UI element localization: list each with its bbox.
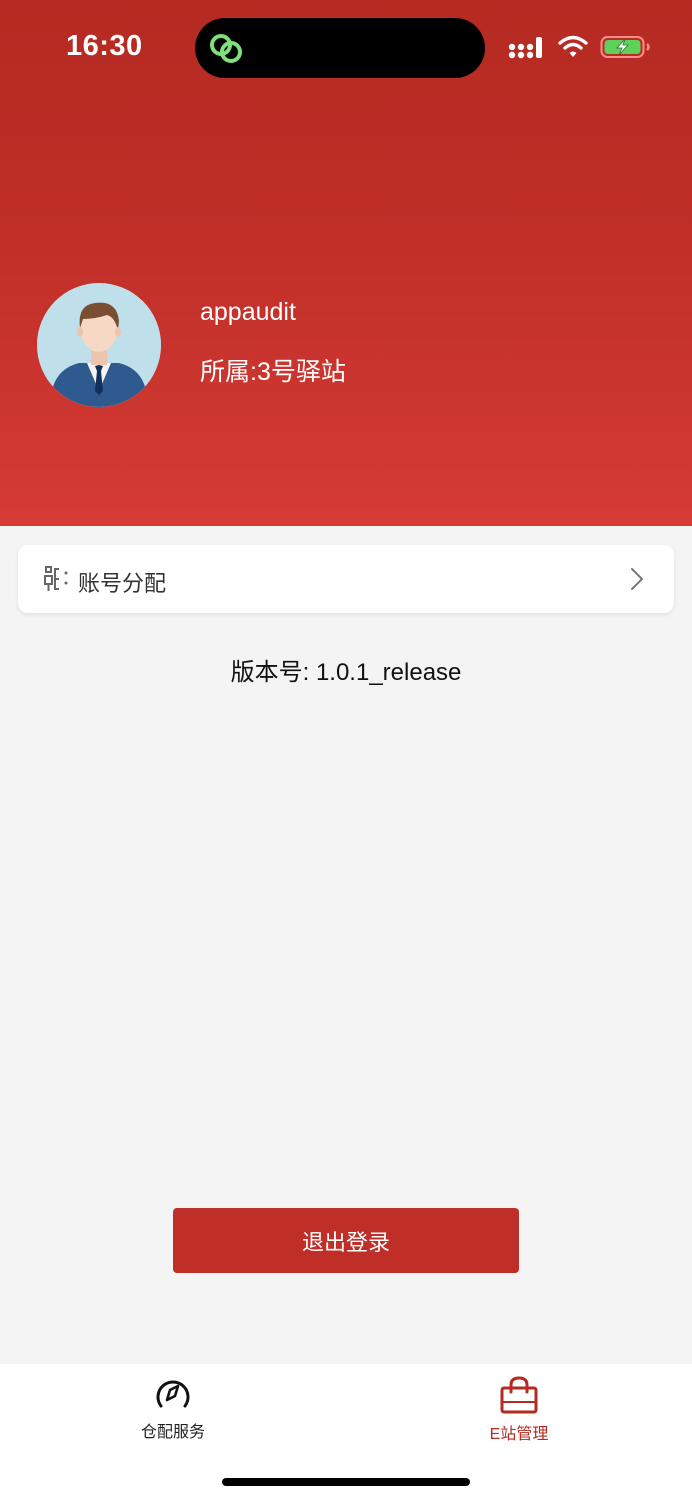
version-label: 版本号: 1.0.1_release	[230, 659, 462, 686]
link-icon	[210, 34, 242, 63]
user-avatar-icon	[37, 283, 161, 407]
tab-e-station-management[interactable]: E站管理	[439, 1376, 599, 1446]
compass-icon	[156, 1380, 190, 1408]
cellular-signal-icon	[508, 37, 542, 59]
status-icons	[508, 30, 652, 64]
avatar	[37, 283, 161, 407]
profile-header: 16:30 appaudit 所属:3号驿站	[0, 0, 692, 526]
dynamic-island	[195, 18, 485, 78]
menu-item-account-assignment[interactable]: 账号分配	[18, 545, 674, 613]
logout-button[interactable]: 退出登录	[173, 1208, 519, 1273]
username: appaudit	[200, 298, 296, 326]
tab-label: E站管理	[489, 1426, 549, 1443]
account-assign-icon	[44, 566, 68, 591]
wifi-icon	[558, 35, 588, 57]
affiliation-label: 所属:3号驿站	[200, 358, 346, 386]
tab-label: 仓配服务	[140, 1424, 205, 1441]
menu-item-label: 账号分配	[78, 571, 167, 596]
shopping-bag-icon	[500, 1376, 538, 1414]
chevron-right-icon	[631, 568, 643, 590]
tab-warehouse-service[interactable]: 仓配服务	[93, 1376, 253, 1446]
status-time: 16:30	[66, 30, 143, 62]
home-indicator	[222, 1478, 470, 1486]
battery-charging-icon	[600, 36, 650, 58]
